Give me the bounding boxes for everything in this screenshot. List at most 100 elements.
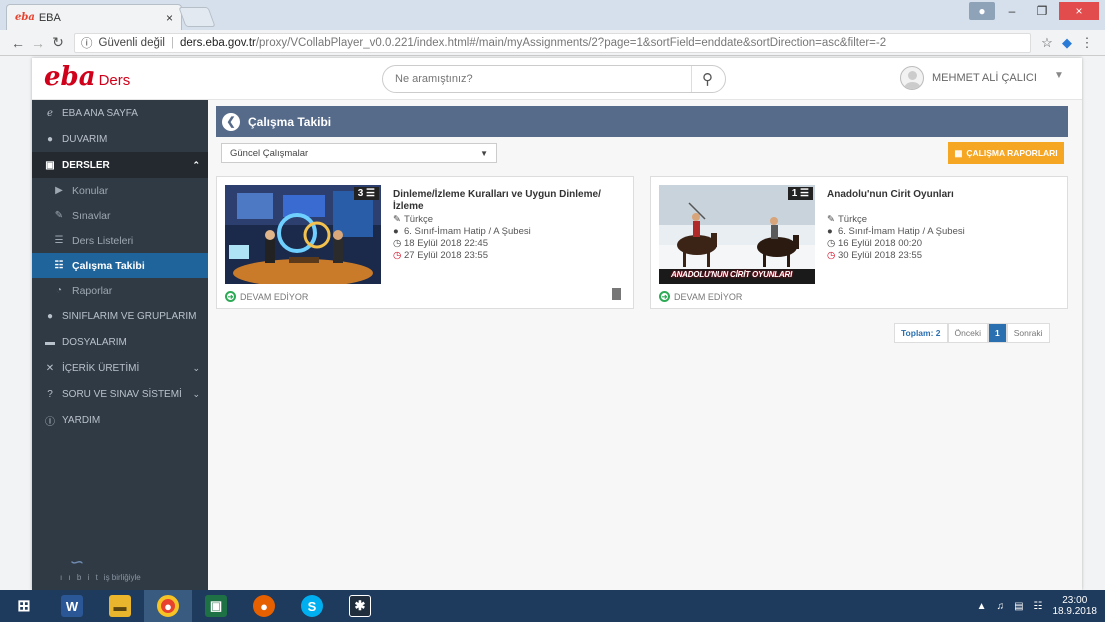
eba-logo[interactable]: eba Ders [44, 62, 130, 92]
caret-down-icon: ▼ [480, 148, 488, 158]
taskbar-firefox[interactable]: ● [240, 590, 288, 622]
sidebar-item-duvarim[interactable]: ● DUVARIM [32, 126, 208, 152]
bookmark-star-icon[interactable]: ☆ [1037, 35, 1057, 51]
assignment-class: ● 6. Sınıf-İmam Hatip / A Şubesi [393, 226, 531, 237]
clock[interactable]: 23:00 18.9.2018 [1053, 595, 1098, 617]
url-path: /proxy/VCollabPlayer_v0.0.221/index.html… [255, 36, 887, 49]
taskbar-skype[interactable]: S [288, 590, 336, 622]
page-1-button[interactable]: 1 [987, 323, 1007, 343]
clock-time: 23:00 [1062, 595, 1088, 606]
chevron-down-icon: ⌄ [192, 362, 200, 373]
search-icon[interactable]: ⚲ [702, 70, 713, 88]
assignment-card[interactable]: ANADOLU'NUN CİRİT OYUNLARI 1 ☰ Anadolu'n… [650, 176, 1068, 309]
sidebar-item-dosyalarim[interactable]: ▬ DOSYALARIM [32, 329, 208, 355]
clock-icon: ◷ [393, 238, 402, 249]
avatar [900, 66, 924, 90]
browser-tab-bar: eba EBA × ● – ❐ × [0, 0, 1105, 30]
taskbar-bluetooth[interactable]: ✱ [336, 590, 384, 622]
info-icon[interactable]: ⓘ [81, 35, 93, 51]
taskbar-chrome[interactable]: ● [144, 590, 192, 622]
taskbar-word[interactable]: W [48, 590, 96, 622]
url-text: ders.eba.gov.tr/proxy/VCollabPlayer_v0.0… [180, 37, 886, 49]
windows-logo-icon: ⊞ [17, 598, 31, 615]
subject-text: Türkçe [838, 214, 868, 225]
sidebar-subitem-label: Sınavlar [72, 209, 111, 222]
sidebar-item-soru-sinav[interactable]: ? SORU VE SINAV SİSTEMİ ⌄ [32, 381, 208, 407]
sidebar-item-eba-ana-sayfa[interactable]: e EBA ANA SAYFA [32, 100, 208, 126]
sidebar-item-label: SORU VE SINAV SİSTEMİ [62, 388, 182, 400]
document-icon[interactable] [612, 288, 621, 300]
item-count-badge: 1 ☰ [787, 187, 813, 200]
partner-footer: ∽ ı ı b i t iş birliğiyle [60, 552, 141, 582]
assignment-end: ◷ 30 Eylül 2018 23:55 [827, 250, 922, 261]
forward-arrow-icon[interactable]: → [28, 35, 48, 51]
sidebar-subitem-konular[interactable]: ▶ Konular [32, 178, 208, 203]
sidebar-item-label: DERSLER [62, 159, 110, 171]
sidebar-subitem-raporlar[interactable]: ◔ Raporlar [32, 278, 208, 303]
sidebar-subitem-ders-listeleri[interactable]: ☰ Ders Listeleri [32, 228, 208, 253]
clock-date: 18.9.2018 [1052, 606, 1098, 617]
search-box: ⚲ [382, 65, 726, 93]
user-menu[interactable]: MEHMET ALİ ÇALICI [900, 66, 1037, 90]
logo-main: eba [44, 62, 96, 92]
window-controls: ● – ❐ × [969, 2, 1099, 20]
folder-icon: ▬ [45, 336, 55, 348]
search-input[interactable] [395, 73, 681, 85]
tab-close-icon[interactable]: × [166, 11, 173, 25]
play-icon: ▶ [55, 185, 63, 196]
windows-taskbar: ⊞ W ▬ ● ▣ ● S ✱ ▲ ♫ ▤ ☷ 23:00 18.9.2018 [0, 590, 1105, 622]
store-icon: ▣ [205, 595, 227, 617]
minimize-button[interactable]: – [999, 2, 1025, 20]
item-count: 1 [791, 188, 798, 199]
start-button[interactable]: ⊞ [0, 590, 48, 622]
filter-select[interactable]: Güncel Çalışmalar ▼ [221, 143, 497, 163]
sidebar-item-label: DUVARIM [62, 133, 108, 145]
sidebar-item-dersler[interactable]: ▣ DERSLER ⌃ [32, 152, 208, 178]
extension-icon[interactable]: ◆ [1057, 35, 1077, 51]
profile-icon[interactable]: ● [969, 2, 995, 20]
menu-dots-icon[interactable]: ⋮ [1077, 35, 1097, 51]
back-circle-icon[interactable]: ❮ [222, 112, 240, 131]
new-tab-button[interactable] [178, 7, 216, 27]
clock-red-icon: ◷ [393, 250, 402, 261]
browser-tab[interactable]: eba EBA × [6, 4, 182, 30]
reload-icon[interactable]: ↻ [48, 34, 68, 51]
list-icon: ☰ [366, 188, 375, 199]
assignment-title[interactable]: Dinleme/İzleme Kuralları ve Uygun Dinlem… [393, 189, 623, 212]
partner-text: iş birliğiyle [103, 573, 141, 582]
assignment-card[interactable]: 3 ☰ Dinleme/İzleme Kuralları ve Uygun Di… [216, 176, 634, 309]
info-icon: ⓘ [45, 416, 55, 428]
sidebar-subitem-sinavlar[interactable]: ✎ Sınavlar [32, 203, 208, 228]
clock-icon: ◷ [827, 238, 836, 249]
sidebar-item-siniflarim[interactable]: ● SINIFLARIM VE GRUPLARIM [32, 303, 208, 329]
assignment-thumbnail[interactable]: 3 ☰ [225, 185, 381, 284]
reports-button[interactable]: ▦ ÇALIŞMA RAPORLARI [948, 142, 1064, 164]
next-page-button[interactable]: Sonraki [1006, 323, 1050, 343]
prev-page-button[interactable]: Önceki [947, 323, 988, 343]
pie-chart-icon: ◔ [55, 285, 63, 296]
taskbar-explorer[interactable]: ▬ [96, 590, 144, 622]
site-header: eba Ders ⚲ MEHMET ALİ ÇALICI ▼ [32, 58, 1082, 100]
thumbnail-caption: ANADOLU'NUN CİRİT OYUNLARI [671, 270, 793, 279]
sidebar-subitem-calisma-takibi[interactable]: ☷ Çalışma Takibi [32, 253, 208, 278]
network-icon[interactable]: ☷ [1034, 601, 1043, 612]
assignment-title[interactable]: Anadolu'nun Cirit Oyunları [827, 189, 1057, 201]
close-window-button[interactable]: × [1059, 2, 1099, 20]
url-bar[interactable]: ⓘ Güvenli değil | ders.eba.gov.tr/proxy/… [74, 32, 1031, 53]
pencil-icon: ✎ [393, 214, 401, 225]
sidebar-item-icerik-uretimi[interactable]: ✕ İÇERİK ÜRETİMİ ⌄ [32, 355, 208, 381]
assignment-thumbnail[interactable]: ANADOLU'NUN CİRİT OYUNLARI 1 ☰ [659, 185, 815, 284]
tools-icon: ✕ [45, 362, 55, 374]
sidebar-item-yardim[interactable]: ⓘ YARDIM [32, 407, 208, 433]
signal-icon[interactable]: ▤ [1014, 601, 1023, 612]
skype-icon: S [301, 595, 323, 617]
volume-icon[interactable]: ♫ [997, 601, 1005, 612]
group-icon: ● [393, 226, 399, 237]
restore-button[interactable]: ❐ [1029, 2, 1055, 20]
user-dropdown-icon[interactable]: ▼ [1054, 70, 1064, 81]
back-arrow-icon[interactable]: ← [8, 35, 28, 51]
system-tray: ▲ ♫ ▤ ☷ 23:00 18.9.2018 [977, 595, 1105, 617]
clock-red-icon: ◷ [827, 250, 836, 261]
taskbar-store[interactable]: ▣ [192, 590, 240, 622]
tray-chevron-icon[interactable]: ▲ [977, 601, 987, 612]
